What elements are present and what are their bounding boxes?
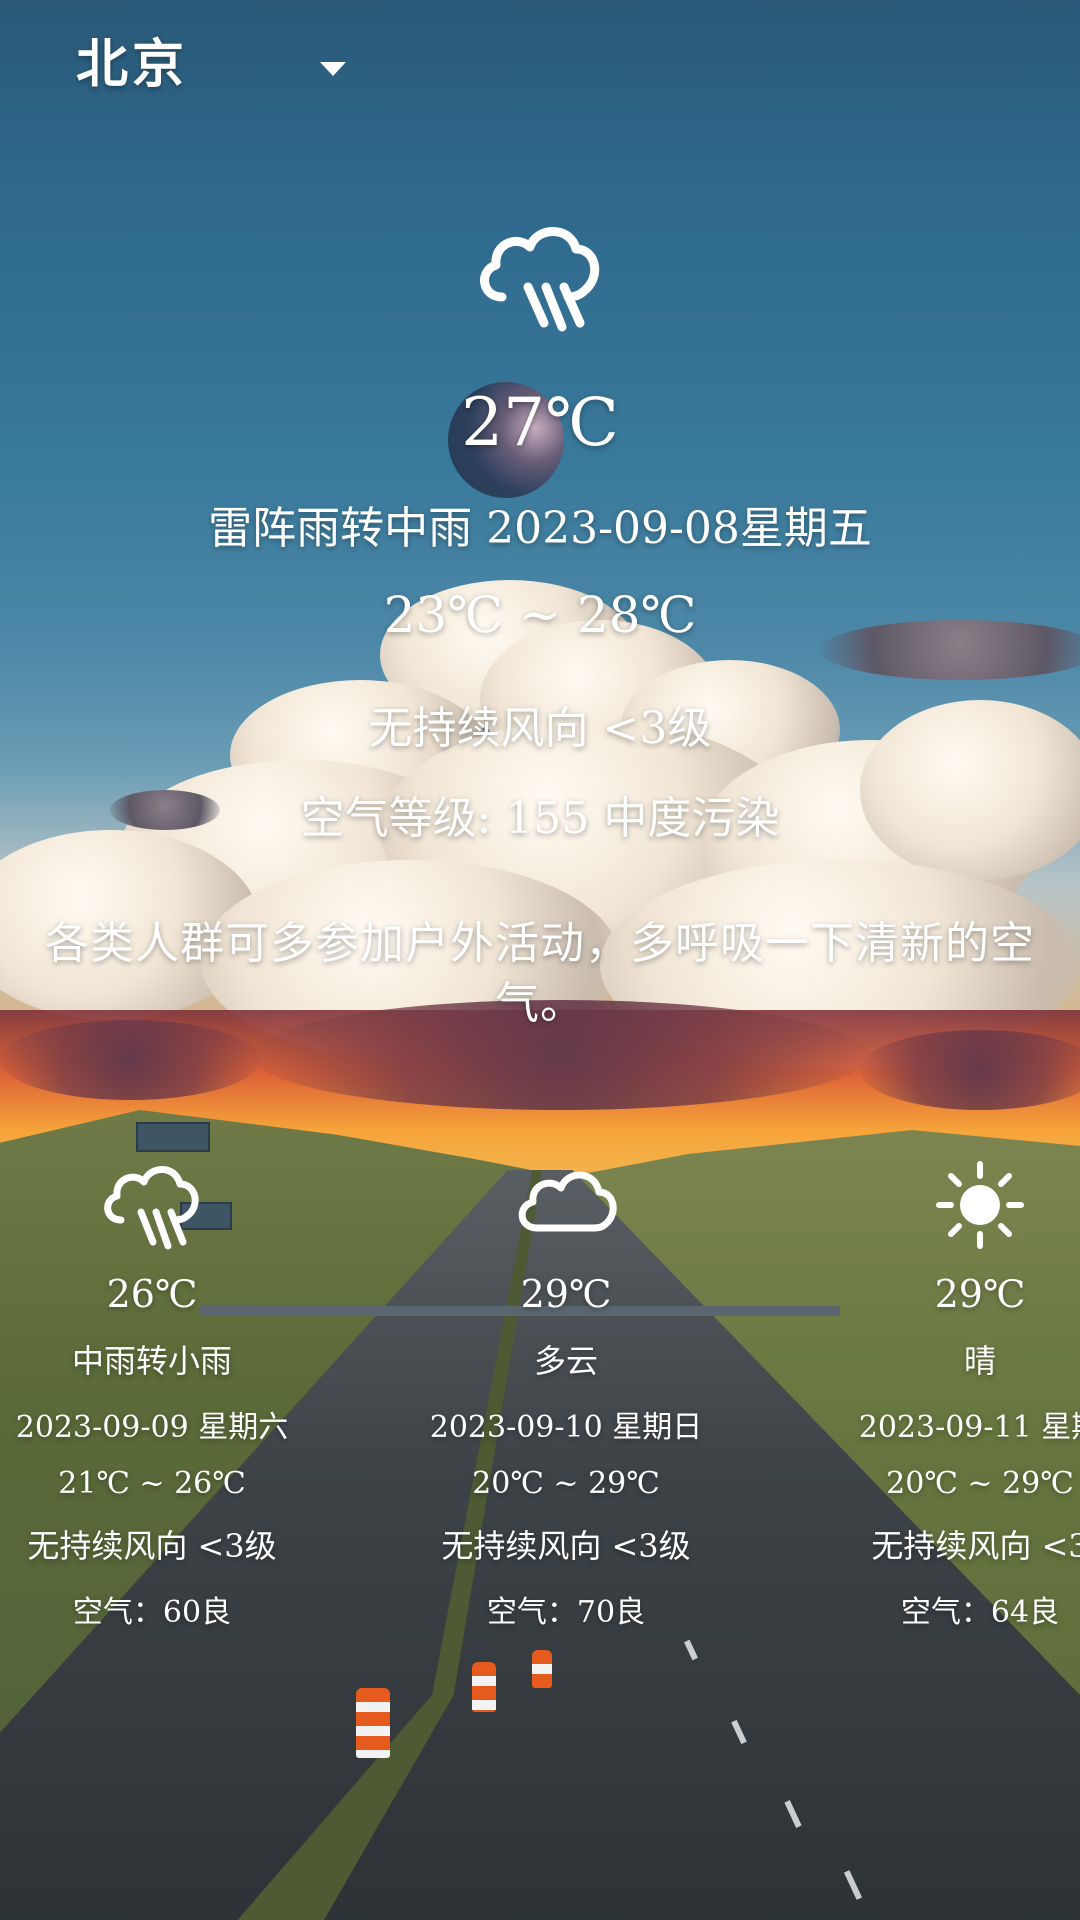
forecast-wind: 无持续风向 <3级 [441, 1527, 691, 1565]
current-temp-range: 23℃ ~ 28℃ [383, 586, 697, 644]
city-name: 北京 [76, 35, 189, 95]
forecast-temp-range: 20℃ ~ 29℃ [472, 1466, 660, 1501]
forecast-wind: 无持续风向 <3级 [27, 1527, 277, 1565]
forecast-condition: 多云 [533, 1342, 598, 1380]
current-air-quality: 空气等级: 155 中度污染 [300, 793, 780, 844]
cloud-icon [518, 1171, 617, 1232]
current-temperature: 27℃ [461, 384, 619, 461]
forecast-air: 空气：70良 [486, 1595, 646, 1630]
forecast-air: 空气：60良 [72, 1595, 232, 1630]
forecast-temperature: 29℃ [520, 1272, 612, 1316]
health-advice: 各类人群可多参加户外活动，多呼吸一下清新的空气。 [45, 918, 1035, 1029]
rain-icon [480, 227, 600, 332]
forecast-condition: 晴 [963, 1342, 996, 1380]
current-wind: 无持续风向 <3级 [368, 703, 712, 754]
sun-icon [936, 1161, 1024, 1249]
city-selector[interactable]: 北京 [72, 22, 362, 98]
forecast-day[interactable]: 29℃ 多云 2023-09-10 星期日 20℃ ~ 29℃ 无持续风向 <3… [376, 1150, 756, 1631]
forecast-date: 2023-09-11 星期 [858, 1410, 1080, 1445]
forecast-condition: 中雨转小雨 [71, 1342, 232, 1380]
current-condition: 雷阵雨转中雨 [208, 503, 473, 554]
forecast-wind: 无持续风向 <3 [871, 1527, 1080, 1565]
rain-icon [104, 1166, 199, 1250]
forecast-temperature: 26℃ [106, 1272, 198, 1316]
forecast-temp-range: 21℃ ~ 26℃ [58, 1466, 246, 1501]
current-condition-line: 雷阵雨转中雨 2023-09-08星期五 [0, 492, 1080, 556]
forecast-date: 2023-09-09 星期六 [15, 1410, 289, 1445]
forecast-temperature: 29℃ [934, 1272, 1026, 1316]
forecast-day[interactable]: 29℃ 晴 2023-09-11 星期 20℃ ~ 29℃ 无持续风向 <3 空… [790, 1150, 1080, 1631]
forecast-air: 空气：64良 [900, 1595, 1060, 1630]
chevron-down-icon [320, 62, 346, 76]
forecast-date: 2023-09-10 星期日 [429, 1410, 703, 1445]
forecast-day[interactable]: 26℃ 中雨转小雨 2023-09-09 星期六 21℃ ~ 26℃ 无持续风向… [0, 1150, 342, 1631]
current-date: 2023-09-08星期五 [486, 503, 872, 554]
forecast-temp-range: 20℃ ~ 29℃ [886, 1466, 1074, 1501]
